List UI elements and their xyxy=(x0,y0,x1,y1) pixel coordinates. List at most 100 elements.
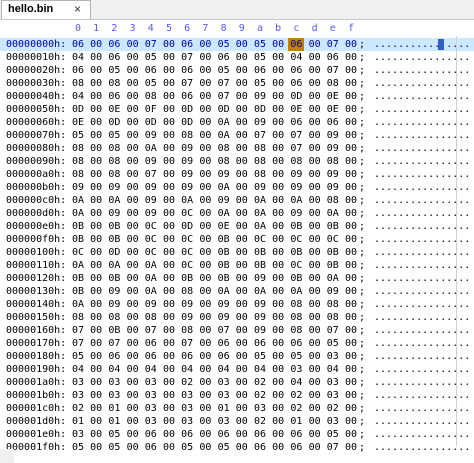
hex-byte[interactable]: 06 xyxy=(288,38,305,51)
hex-byte[interactable]: 00 xyxy=(125,246,141,259)
hex-byte[interactable]: 00 xyxy=(197,259,213,272)
hex-byte[interactable]: 08 xyxy=(106,77,122,90)
hex-byte[interactable]: 00 xyxy=(343,233,359,246)
hex-row[interactable]: 00000190h: 04 00 04 00 04 00 04 00 04 00 04 00 03 00 04… xyxy=(0,363,474,376)
hex-byte[interactable]: 08 xyxy=(70,311,86,324)
hex-row[interactable]: 000000c0h: 0A 00 0A 00 09 00 0A 00 09 00 0A 00 0A 00 08… xyxy=(0,194,474,207)
hex-byte[interactable]: 00 xyxy=(343,51,359,64)
hex-byte[interactable]: 00 xyxy=(234,181,250,194)
hex-byte[interactable]: 08 xyxy=(325,155,341,168)
hex-byte[interactable]: 00 xyxy=(161,51,177,64)
hex-byte[interactable]: 00 xyxy=(197,207,213,220)
hex-byte[interactable]: 00 xyxy=(270,116,286,129)
hex-byte[interactable]: 00 xyxy=(88,38,104,51)
hex-byte[interactable]: 06 xyxy=(288,428,304,441)
hex-byte[interactable]: 0E xyxy=(325,90,341,103)
hex-byte[interactable]: 01 xyxy=(106,402,122,415)
hex-byte[interactable]: 00 xyxy=(161,64,177,77)
hex-byte[interactable]: 00 xyxy=(343,298,359,311)
hex-byte[interactable]: 0A xyxy=(143,285,159,298)
hex-byte[interactable]: 00 xyxy=(88,246,104,259)
hex-byte[interactable]: 00 xyxy=(197,103,213,116)
hex-byte[interactable]: 07 xyxy=(143,38,159,51)
hex-byte[interactable]: 08 xyxy=(288,324,304,337)
hex-byte[interactable]: 03 xyxy=(288,363,304,376)
hex-byte[interactable]: 00 xyxy=(270,207,286,220)
hex-byte[interactable]: 09 xyxy=(106,181,122,194)
hex-byte[interactable]: 00 xyxy=(270,142,286,155)
hex-byte[interactable]: 06 xyxy=(143,64,159,77)
hex-byte[interactable]: 00 xyxy=(307,116,323,129)
hex-byte[interactable]: 00 xyxy=(270,337,286,350)
hex-byte[interactable]: 00 xyxy=(234,259,250,272)
hex-byte[interactable]: 04 xyxy=(216,363,232,376)
hex-byte[interactable]: 08 xyxy=(70,155,86,168)
hex-byte[interactable]: 08 xyxy=(288,155,304,168)
hex-byte[interactable]: 08 xyxy=(70,77,86,90)
hex-byte[interactable]: 00 xyxy=(197,233,213,246)
hex-byte[interactable]: 00 xyxy=(270,64,286,77)
hex-byte[interactable]: 00 xyxy=(343,90,359,103)
hex-byte[interactable]: 00 xyxy=(197,337,213,350)
hex-byte[interactable]: 04 xyxy=(325,363,341,376)
hex-byte[interactable]: 0A xyxy=(325,272,341,285)
hex-byte[interactable]: 0A xyxy=(252,220,268,233)
hex-byte[interactable]: 03 xyxy=(70,428,86,441)
hex-byte[interactable]: 08 xyxy=(143,90,159,103)
hex-byte[interactable]: 00 xyxy=(343,311,359,324)
hex-byte[interactable]: 00 xyxy=(343,259,359,272)
hex-byte[interactable]: 0C xyxy=(143,246,159,259)
hex-byte[interactable]: 0F xyxy=(143,103,159,116)
hex-byte[interactable]: 07 xyxy=(325,38,341,51)
hex-byte[interactable]: 00 xyxy=(343,428,359,441)
hex-byte[interactable]: 0A xyxy=(106,259,122,272)
hex-byte[interactable]: 09 xyxy=(325,142,341,155)
hex-byte[interactable]: 05 xyxy=(179,441,195,454)
hex-byte[interactable]: 08 xyxy=(70,142,86,155)
hex-row[interactable]: 000001c0h: 02 00 01 00 03 00 03 00 01 00 03 00 02 00 02… xyxy=(0,402,474,415)
hex-byte[interactable]: 06 xyxy=(70,64,86,77)
hex-byte[interactable]: 08 xyxy=(252,155,268,168)
hex-byte[interactable]: 00 xyxy=(125,402,141,415)
hex-byte[interactable]: 09 xyxy=(106,207,122,220)
hex-byte[interactable]: 09 xyxy=(288,181,304,194)
hex-byte[interactable]: 09 xyxy=(252,181,268,194)
hex-byte[interactable]: 00 xyxy=(125,363,141,376)
hex-byte[interactable]: 00 xyxy=(234,363,250,376)
hex-byte[interactable]: 0C xyxy=(179,246,195,259)
hex-byte[interactable]: 08 xyxy=(216,142,232,155)
hex-byte[interactable]: 08 xyxy=(70,168,86,181)
hex-byte[interactable]: 00 xyxy=(343,389,359,402)
hex-byte[interactable]: 00 xyxy=(343,376,359,389)
hex-byte[interactable]: 00 xyxy=(88,441,104,454)
hex-byte[interactable]: 00 xyxy=(270,51,286,64)
hex-byte[interactable]: 04 xyxy=(70,90,86,103)
hex-byte[interactable]: 00 xyxy=(125,272,141,285)
hex-byte[interactable]: 06 xyxy=(179,350,195,363)
hex-byte[interactable]: 00 xyxy=(125,337,141,350)
hex-byte[interactable]: 09 xyxy=(179,155,195,168)
hex-byte[interactable]: 00 xyxy=(270,363,286,376)
hex-byte[interactable]: 00 xyxy=(88,311,104,324)
hex-byte[interactable]: 00 xyxy=(197,324,213,337)
hex-byte[interactable]: 0D xyxy=(106,246,122,259)
hex-byte[interactable]: 00 xyxy=(88,337,104,350)
hex-byte[interactable]: 00 xyxy=(88,285,104,298)
hex-byte[interactable]: 0B xyxy=(106,233,122,246)
hex-byte[interactable]: 00 xyxy=(270,194,286,207)
hex-byte[interactable]: 00 xyxy=(343,285,359,298)
hex-byte[interactable]: 05 xyxy=(252,350,268,363)
hex-byte[interactable]: 02 xyxy=(70,402,86,415)
hex-byte[interactable]: 00 xyxy=(161,168,177,181)
hex-byte[interactable]: 00 xyxy=(234,77,250,90)
hex-row[interactable]: 00000080h: 08 00 08 00 0A 00 09 00 08 00 08 00 07 00 09… xyxy=(0,142,474,155)
hex-byte[interactable]: 00 xyxy=(343,402,359,415)
hex-byte[interactable]: 00 xyxy=(88,376,104,389)
hex-byte[interactable]: 00 xyxy=(197,428,213,441)
hex-byte[interactable]: 00 xyxy=(307,337,323,350)
hex-byte[interactable]: 00 xyxy=(234,129,250,142)
hex-byte[interactable]: 00 xyxy=(197,129,213,142)
hex-byte[interactable]: 0A xyxy=(143,272,159,285)
hex-byte[interactable]: 00 xyxy=(234,402,250,415)
hex-byte[interactable]: 09 xyxy=(106,285,122,298)
